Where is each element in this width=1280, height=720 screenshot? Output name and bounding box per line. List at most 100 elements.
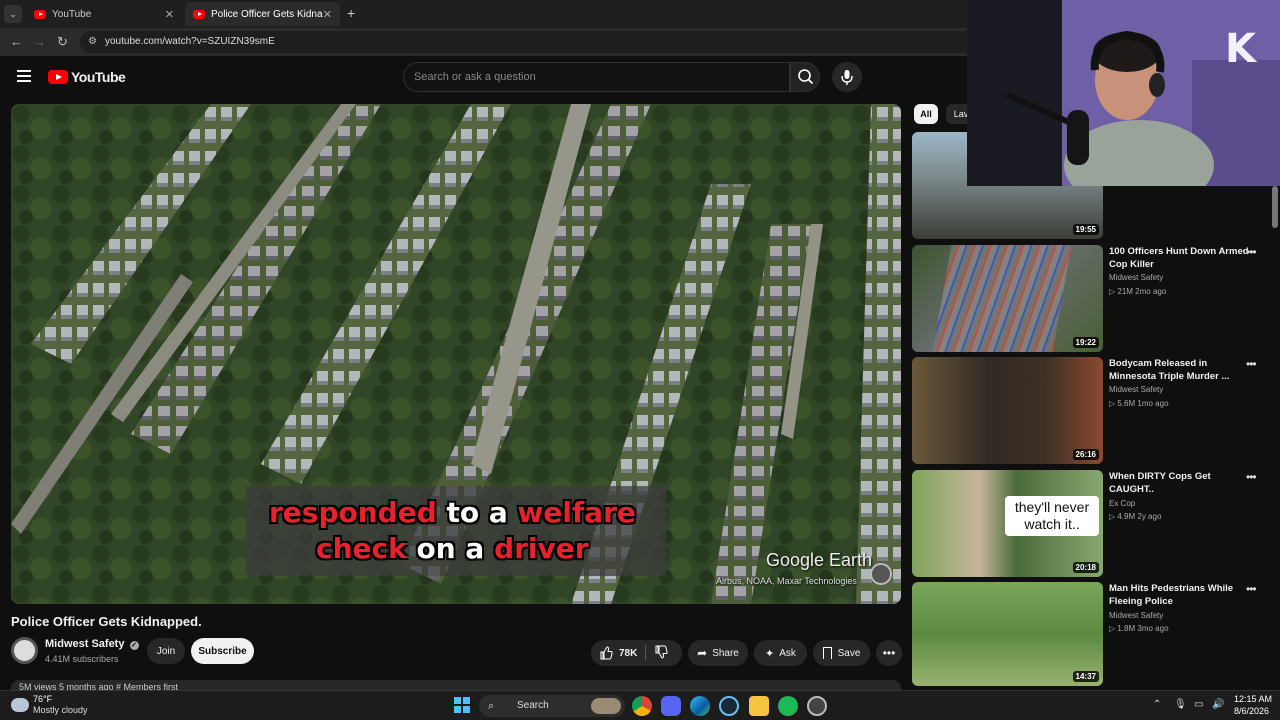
share-button[interactable]: ➦ Share [688, 640, 748, 666]
recommendation-title: 100 Officers Hunt Down Armed Cop Killer [1109, 246, 1249, 270]
like-button[interactable]: 78K [599, 646, 637, 660]
edge-icon[interactable] [690, 696, 710, 716]
more-options-icon[interactable]: ••• [1246, 470, 1257, 484]
tab-police-officer[interactable]: Police Officer Gets Kidnapped. ✕ [185, 2, 340, 26]
tray-chevron-icon[interactable]: ⌃ [1153, 699, 1161, 710]
duration-badge: 26:16 [1072, 449, 1099, 460]
caption-word: driver [494, 532, 589, 565]
more-options-icon[interactable]: ••• [1246, 245, 1257, 259]
video-player[interactable]: responded to a welfare check on a driver… [11, 104, 901, 604]
thumbs-down-icon [655, 645, 669, 659]
recommendation-meta-text: 5.6M 1mo ago [1117, 399, 1169, 408]
dislike-button[interactable] [654, 645, 669, 662]
google-earth-watermark: Google Earth [766, 550, 873, 570]
webcam-feed: K [967, 0, 1280, 186]
channel-avatar[interactable] [11, 637, 38, 664]
recommendation-title: When DIRTY Cops Get CAUGHT.. [1109, 471, 1211, 495]
search-button[interactable] [790, 62, 820, 92]
divider [645, 645, 647, 661]
search-icon [798, 69, 814, 85]
menu-icon[interactable] [17, 70, 31, 82]
video-thumbnail[interactable]: 26:16 [912, 357, 1103, 464]
weather-description[interactable]: Mostly cloudy [33, 705, 88, 715]
save-button[interactable]: Save [813, 640, 870, 666]
recommendation-meta: ▷ 1.8M 3mo ago [1109, 624, 1169, 633]
recommendation-meta: ▷ 5.6M 1mo ago [1109, 399, 1169, 408]
chrome-icon[interactable] [632, 696, 652, 716]
taskbar-search-label: Search [517, 700, 549, 711]
recommendation-channel: Ex Cop [1109, 499, 1136, 508]
save-label: Save [837, 647, 861, 659]
search-input[interactable]: Search or ask a question [403, 62, 790, 92]
microphone-icon[interactable]: 🎙 [1174, 699, 1187, 710]
video-thumbnail[interactable]: 19:22 [912, 245, 1103, 352]
ask-button[interactable]: ✦ Ask [754, 640, 807, 666]
reload-icon[interactable]: ↻ [57, 34, 68, 50]
share-label: Share [712, 647, 739, 659]
display-icon[interactable]: ▭ [1194, 699, 1203, 710]
recommendation-meta-text: 21M 2mo ago [1117, 287, 1167, 296]
taskbar-search[interactable]: ⌕ Search [479, 695, 625, 717]
video-thumbnail[interactable]: 14:37 [912, 582, 1103, 686]
thumbnail-caption: they'll never watch it.. [1014, 499, 1090, 532]
more-actions-button[interactable]: ••• [876, 640, 902, 666]
taskbar: 76°F Mostly cloudy ⌕ Search ⌃ 🎙 ▭ 🔊 12:1… [0, 690, 1280, 720]
description-box[interactable]: 5M views 5 months ago # Members first [11, 680, 901, 690]
weather-temperature[interactable]: 76°F [33, 694, 52, 704]
youtube-favicon-icon [193, 9, 205, 19]
youtube-favicon-icon [34, 9, 46, 19]
duration-badge: 14:37 [1072, 671, 1099, 682]
sidebar-scrollbar[interactable] [1272, 186, 1278, 228]
more-horizontal-icon: ••• [882, 646, 896, 660]
clock-time[interactable]: 12:15 AM [1234, 694, 1272, 704]
bookmark-icon [822, 647, 832, 659]
close-tab-icon[interactable]: ✕ [323, 8, 332, 21]
new-tab-button[interactable]: + [347, 5, 355, 21]
recommendation-meta: ▷ 21M 2mo ago [1109, 287, 1166, 296]
caption-word: on a [416, 532, 485, 565]
more-options-icon[interactable]: ••• [1246, 357, 1257, 371]
sparkle-icon: ✦ [765, 647, 775, 660]
video-thumbnail[interactable]: they'll never watch it.. 20:18 [912, 470, 1103, 577]
close-tab-icon[interactable]: ✕ [165, 8, 174, 21]
youtube-logo[interactable]: YouTube [48, 69, 126, 85]
back-icon[interactable]: ← [10, 34, 23, 49]
channel-name[interactable]: Midwest Safety ✓ [45, 638, 139, 650]
steam-icon[interactable] [719, 696, 739, 716]
recommendation-title: Bodycam Released in Minnesota Triple Mur… [1109, 358, 1230, 382]
more-options-icon[interactable]: ••• [1246, 582, 1257, 596]
channel-name-text: Midwest Safety [45, 638, 125, 650]
tab-youtube[interactable]: YouTube ✕ [26, 2, 182, 26]
youtube-logo-icon [48, 70, 68, 84]
windows-start-icon[interactable] [454, 697, 470, 713]
caption-line-2: check on a driver [316, 532, 589, 565]
caption-word: responded [269, 496, 437, 529]
recommendation-channel: Midwest Safety [1109, 385, 1164, 394]
url-field[interactable]: ⚙ youtube.com/watch?v=SZUIZN39smE [80, 31, 980, 53]
search-highlight-icon [591, 698, 621, 714]
microphone-icon [841, 70, 853, 85]
caption-word: welfare [517, 496, 636, 529]
discord-icon[interactable] [661, 696, 681, 716]
search-icon: ⌕ [488, 700, 495, 712]
like-count: 78K [619, 647, 638, 659]
voice-search-button[interactable] [832, 62, 862, 92]
file-explorer-icon[interactable] [749, 696, 769, 716]
forward-icon[interactable]: → [33, 34, 46, 49]
spotify-icon[interactable] [778, 696, 798, 716]
video-title: Police Officer Gets Kidnapped. [11, 614, 202, 629]
duration-badge: 19:22 [1072, 337, 1099, 348]
clock-date[interactable]: 8/6/2026 [1234, 706, 1269, 716]
url-text: youtube.com/watch?v=SZUIZN39smE [105, 36, 275, 47]
tab-label: Police Officer Gets Kidnapped. [211, 8, 323, 20]
chip-all[interactable]: All [914, 104, 938, 124]
join-button[interactable]: Join [147, 638, 185, 664]
tab-list-button[interactable]: ⌄ [4, 5, 22, 23]
weather-icon[interactable] [11, 698, 29, 712]
site-info-icon[interactable]: ⚙ [88, 31, 97, 53]
subscribe-button[interactable]: Subscribe [191, 638, 254, 664]
volume-icon[interactable]: 🔊 [1212, 699, 1224, 710]
app-icon[interactable] [807, 696, 827, 716]
channel-badge-icon [870, 563, 892, 585]
verified-icon: ✓ [129, 641, 139, 650]
